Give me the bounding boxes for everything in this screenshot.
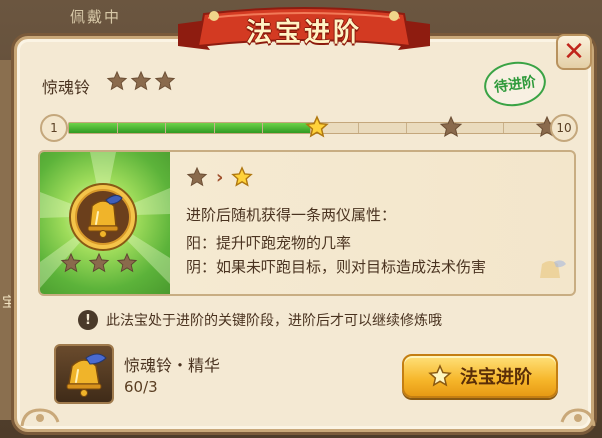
corner-scroll-ornament-icon <box>20 408 60 427</box>
progress-track <box>68 115 559 138</box>
close-button[interactable]: ✕ <box>556 34 592 70</box>
progress-segment-divider <box>358 123 359 133</box>
material-item-slot[interactable] <box>54 344 114 404</box>
treasure-star-rating <box>106 70 176 92</box>
next-star-icon <box>231 166 254 187</box>
star-icon <box>60 252 82 273</box>
star-icon <box>116 252 138 273</box>
material-count: 60/3 <box>124 378 158 396</box>
milestone-star-icon <box>439 115 463 138</box>
upgrade-info-panel: › 进阶后随机获得一条两仪属性： 阳：提升吓跑宠物的几率 阴：如果未吓跑目标，则… <box>38 150 576 296</box>
info-icon: ! <box>78 310 98 330</box>
yang-effect: 阳：提升吓跑宠物的几率 <box>186 234 352 252</box>
progress-segment-divider <box>503 123 504 133</box>
dialog-title: 法宝进阶 <box>245 18 362 48</box>
treasure-name: 惊魂铃 <box>42 78 91 97</box>
star-icon <box>428 364 452 387</box>
current-level-star-icon <box>305 115 329 138</box>
progress-segment-divider <box>214 123 215 133</box>
star-upgrade-indicator: › <box>186 166 254 188</box>
yin-effect: 阴：如果未吓跑目标，则对目标造成法术伤害 <box>186 258 487 276</box>
advancement-progress-bar: 1 10 <box>40 114 580 144</box>
progress-end-label: 10 <box>550 114 578 142</box>
advance-button-label: 法宝进阶 <box>460 367 532 388</box>
progress-start-label: 1 <box>40 114 68 142</box>
advancement-notice: ! 此法宝处于进阶的关键阶段，进阶后才可以继续修炼哦 <box>78 310 442 330</box>
advance-treasure-button[interactable]: 法宝进阶 <box>402 354 558 398</box>
star-icon <box>154 70 176 91</box>
effect-title: 进阶后随机获得一条两仪属性： <box>186 206 397 224</box>
progress-segment-divider <box>117 123 118 133</box>
progress-segment-divider <box>406 123 407 133</box>
arrow-right-icon: › <box>216 166 224 188</box>
bell-essence-icon <box>66 353 107 397</box>
bell-watermark-icon <box>540 260 566 278</box>
bell-treasure-icon <box>69 183 137 251</box>
title-ribbon: 法宝进阶 <box>178 6 430 58</box>
current-star-icon <box>186 166 208 187</box>
treasure-medal-stars <box>60 252 138 274</box>
close-icon: ✕ <box>563 37 585 67</box>
background-tab-label: 佩戴中 <box>70 8 122 26</box>
star-icon <box>88 252 110 273</box>
star-icon <box>130 70 152 91</box>
corner-scroll-ornament-icon <box>560 408 596 427</box>
material-name: 惊魂铃・精华 <box>124 356 221 375</box>
progress-fill <box>69 123 310 133</box>
progress-segment-divider <box>262 123 263 133</box>
progress-segment-divider <box>165 123 166 133</box>
star-icon <box>106 70 128 91</box>
notice-text: 此法宝处于进阶的关键阶段，进阶后才可以继续修炼哦 <box>106 313 442 329</box>
